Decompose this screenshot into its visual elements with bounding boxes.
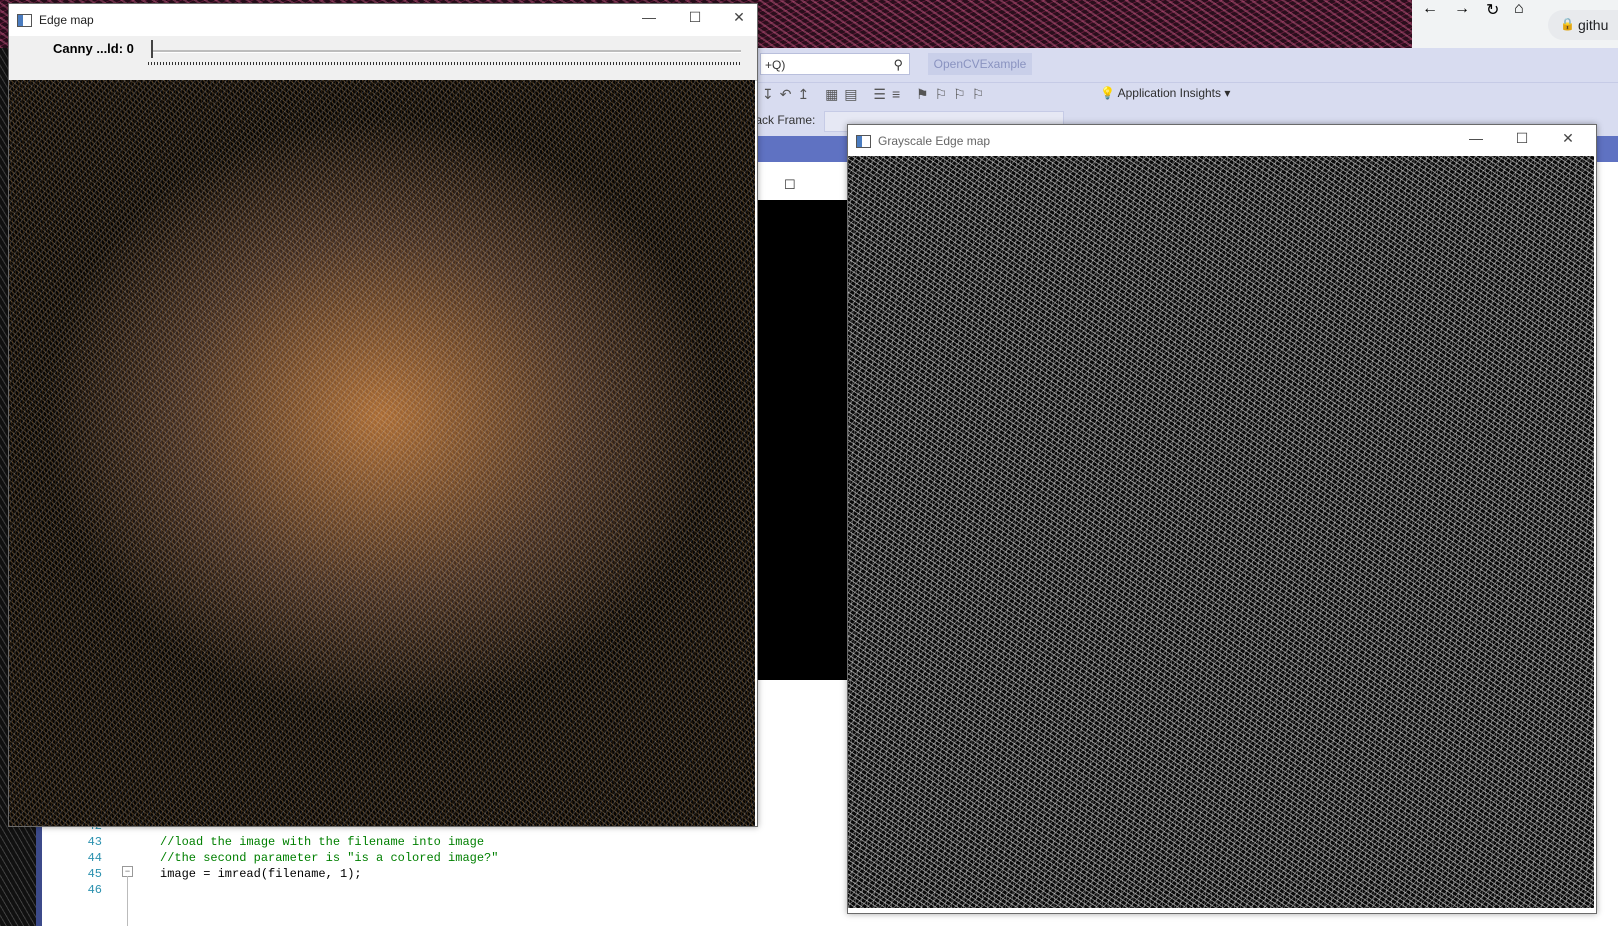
chevron-down-icon: ▾ [1224,86,1231,100]
application-insights-button[interactable]: 💡 Application Insights ▾ [1100,86,1230,100]
reload-icon[interactable]: ↻ [1486,0,1499,20]
color-edge-image [9,80,755,826]
search-icon: ⚲ [893,57,903,72]
window-titlebar[interactable]: Grayscale Edge map — ☐ ✕ [848,125,1596,157]
trackbar-track[interactable] [151,50,741,53]
trackbar-thumb[interactable] [151,40,153,58]
maximize-icon[interactable]: ☐ [675,9,715,26]
url-text: githu [1578,17,1609,33]
line-number: 45 [87,867,102,881]
editor-margin [36,822,42,926]
close-icon[interactable]: ✕ [719,9,759,26]
maximize-icon[interactable]: ☐ [1502,130,1542,147]
grayscale-edge-image [848,156,1594,908]
search-placeholder: +Q) [765,58,786,72]
window-app-icon [17,14,32,27]
lightbulb-icon: 💡 [1100,86,1115,100]
close-icon[interactable]: ✕ [1548,130,1588,147]
edge-map-window: Edge map — ☐ ✕ Canny ...ld: 0 [8,3,758,827]
home-icon[interactable]: ⌂ [1514,0,1524,18]
window-app-icon [856,135,871,148]
line-number: 46 [87,883,102,897]
window-title: Grayscale Edge map [878,134,991,148]
project-name-badge: OpenCVExample [928,53,1032,75]
minimize-icon[interactable]: — [1456,130,1496,146]
window-title: Edge map [39,13,94,27]
code-comment: //load the image with the filename into … [160,835,485,849]
trackbar-panel: Canny ...ld: 0 [9,36,757,81]
back-arrow-icon[interactable]: ← [1422,0,1438,18]
lock-icon: 🔒 [1560,17,1575,31]
stack-frame-label: tack Frame: [752,113,816,127]
forward-arrow-icon[interactable]: → [1454,0,1470,18]
console-maximize-icon[interactable]: ☐ [784,177,796,193]
debug-toolbar-icons[interactable]: ↧↶↥ ▦▤ ☰≡ ⚑⚐⚐⚐ [762,86,990,103]
minimize-icon[interactable]: — [629,9,669,25]
code-comment: //the second parameter is "is a colored … [160,851,499,865]
address-bar[interactable]: 🔒 githu [1548,10,1618,40]
trackbar-ticks [148,62,742,65]
trackbar-label: Canny ...ld: 0 [53,41,134,56]
line-number: 44 [87,851,102,865]
window-titlebar[interactable]: Edge map — ☐ ✕ [9,4,757,36]
search-input[interactable]: +Q) ⚲ [760,53,910,75]
grayscale-edge-window: Grayscale Edge map — ☐ ✕ [847,124,1597,914]
fold-guide [127,876,128,926]
code-line: image = imread(filename, 1); [160,867,362,881]
line-number: 43 [87,835,102,849]
application-insights-label: Application Insights [1117,86,1222,100]
